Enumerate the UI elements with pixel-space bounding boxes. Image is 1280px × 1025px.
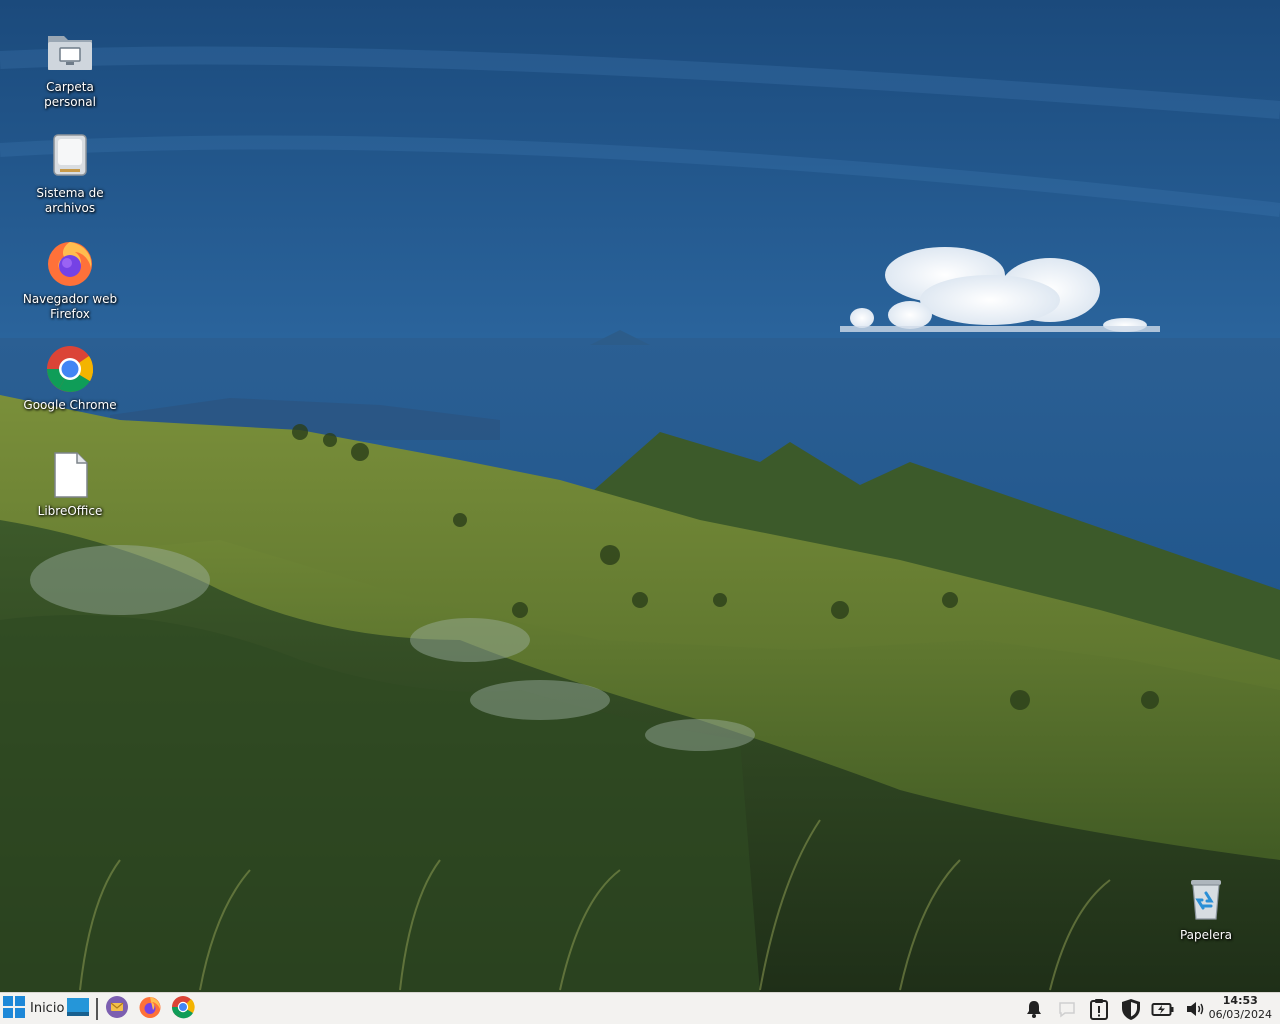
clock-time: 14:53 bbox=[1222, 994, 1258, 1007]
mail-icon bbox=[105, 995, 129, 1023]
show-desktop-button[interactable] bbox=[66, 993, 90, 1024]
battery-icon[interactable] bbox=[1151, 997, 1175, 1021]
firefox-launcher[interactable] bbox=[138, 993, 162, 1024]
show-desktop-icon bbox=[66, 995, 90, 1023]
desktop-icon-label: Firefox bbox=[50, 307, 90, 321]
shield-icon[interactable] bbox=[1119, 997, 1143, 1021]
taskbar-clock[interactable]: 14:53 06/03/2024 bbox=[1209, 994, 1272, 1022]
chrome-launcher[interactable] bbox=[171, 993, 195, 1024]
desktop-icon-label: Navegador web bbox=[22, 292, 118, 306]
chrome-icon bbox=[45, 344, 95, 394]
chat-icon[interactable] bbox=[1055, 997, 1079, 1021]
desktop-wallpaper bbox=[0, 0, 1280, 992]
notifications-icon[interactable] bbox=[1022, 997, 1046, 1021]
desktop-icon-label: Google Chrome bbox=[23, 398, 117, 412]
firefox-icon bbox=[45, 238, 95, 288]
taskbar-separator bbox=[96, 998, 98, 1020]
desktop-icon-home-folder[interactable]: Carpeta personal bbox=[15, 26, 125, 110]
desktop-icon-label: archivos bbox=[44, 201, 96, 215]
windows-logo-icon bbox=[2, 995, 26, 1023]
desktop-icon-libreoffice[interactable]: LibreOffice bbox=[15, 450, 125, 519]
desktop-icon-label: Sistema de bbox=[36, 186, 104, 200]
desktop-icon-label: Carpeta bbox=[46, 80, 94, 94]
desktop-icon-filesystem[interactable]: Sistema de archivos bbox=[15, 132, 125, 216]
trash-icon bbox=[1181, 874, 1231, 924]
desktop-icon-label: personal bbox=[44, 95, 96, 109]
clipboard-icon[interactable] bbox=[1087, 997, 1111, 1021]
firefox-icon bbox=[138, 995, 162, 1023]
volume-icon[interactable] bbox=[1183, 997, 1207, 1021]
document-icon bbox=[45, 450, 95, 500]
mail-launcher[interactable] bbox=[105, 993, 129, 1024]
desktop-icon-trash[interactable]: Papelera bbox=[1151, 874, 1261, 943]
drive-icon bbox=[45, 132, 95, 182]
chrome-icon bbox=[171, 995, 195, 1023]
start-button[interactable]: Inicio bbox=[0, 993, 70, 1024]
clock-date: 06/03/2024 bbox=[1208, 1008, 1272, 1021]
desktop-icon-firefox[interactable]: Navegador web Firefox bbox=[15, 238, 125, 322]
taskbar: Inicio 14:53 06/03/2024 bbox=[0, 992, 1280, 1024]
start-label: Inicio bbox=[30, 1001, 65, 1016]
desktop-icon-label: Papelera bbox=[1179, 928, 1233, 942]
home-folder-icon bbox=[45, 26, 95, 76]
desktop-icon-label: LibreOffice bbox=[37, 504, 103, 518]
desktop-icon-chrome[interactable]: Google Chrome bbox=[15, 344, 125, 413]
